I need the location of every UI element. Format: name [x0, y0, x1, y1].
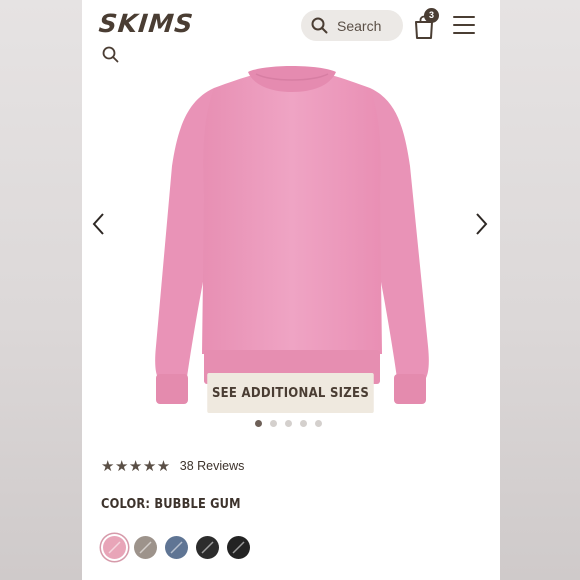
carousel-dot[interactable] [285, 420, 292, 427]
color-swatch[interactable] [134, 536, 157, 559]
swatch-texture-icon [108, 541, 121, 554]
color-swatch[interactable] [196, 536, 219, 559]
swatch-texture-icon [232, 541, 245, 554]
hamburger-menu-icon[interactable] [453, 16, 475, 34]
see-additional-sizes-button[interactable]: SEE ADDITIONAL SIZES [207, 373, 374, 413]
skims-logo[interactable]: SKIMS [97, 9, 195, 38]
rating-summary[interactable]: ★★★★★ 38 Reviews [101, 457, 244, 475]
carousel-dot[interactable] [300, 420, 307, 427]
background-left [0, 0, 82, 580]
product-page: SKIMS Search 3 SEE ADDITIONAL SIZES ★★★★… [82, 0, 500, 580]
carousel-dot[interactable] [315, 420, 322, 427]
header: SKIMS Search 3 [82, 0, 500, 50]
next-image-arrow[interactable] [475, 212, 489, 236]
carousel-dots [255, 420, 330, 428]
search-icon [311, 17, 328, 34]
background-right [500, 0, 580, 580]
swatch-texture-icon [201, 541, 214, 554]
color-swatch[interactable] [103, 536, 126, 559]
cart-count-badge: 3 [424, 8, 439, 23]
star-rating: ★★★★★ [101, 458, 171, 475]
color-swatches [103, 536, 258, 559]
swatch-texture-icon [139, 541, 152, 554]
product-image [155, 66, 429, 404]
color-swatch[interactable] [165, 536, 188, 559]
carousel-dot[interactable] [255, 420, 262, 427]
previous-image-arrow[interactable] [91, 212, 105, 236]
search-bar[interactable]: Search [301, 10, 403, 41]
search-placeholder: Search [337, 17, 382, 34]
zoom-icon[interactable] [102, 46, 119, 63]
swatch-texture-icon [170, 541, 183, 554]
color-label: COLOR: BUBBLE GUM [101, 497, 241, 512]
carousel-dot[interactable] [270, 420, 277, 427]
reviews-link[interactable]: 38 Reviews [180, 459, 245, 473]
color-swatch[interactable] [227, 536, 250, 559]
